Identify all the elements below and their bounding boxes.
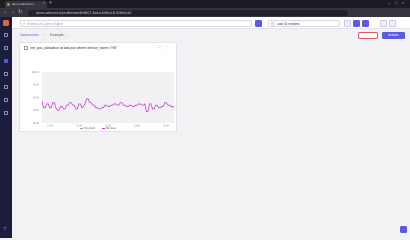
- time-range-picker[interactable]: ◷ Last 30 minutes: [268, 19, 340, 27]
- y-tick-label: 90.00: [33, 84, 40, 87]
- browser-tab[interactable]: demo.selector.io ×: [5, 1, 47, 8]
- url-text: demo.selector.io/profile/seed/h6807-3da-…: [36, 10, 132, 15]
- tab-title: demo.selector.io: [12, 2, 34, 6]
- favicon-icon: [7, 3, 10, 6]
- legend-item-he-value: HE Value: [102, 127, 116, 130]
- forward-icon[interactable]: →: [10, 9, 15, 15]
- sidebar-settings-icon[interactable]: [4, 98, 8, 102]
- chart-panel[interactable]: net_cpu_utilization at last plot where d…: [19, 42, 177, 132]
- y-tick-label: 70.00: [33, 109, 40, 112]
- dashboard-toolbar: Dashboards › Example ⌄ Actions: [12, 29, 410, 42]
- legend-swatch-he-value: [102, 127, 105, 129]
- chat-assistant-button[interactable]: [400, 226, 407, 233]
- tab-close-icon[interactable]: ×: [43, 1, 45, 5]
- browser-address-bar: ← → ↻ demo.selector.io/profile/seed/h680…: [0, 8, 410, 17]
- refresh-button[interactable]: [344, 19, 351, 27]
- new-tab-icon[interactable]: +: [49, 0, 52, 6]
- sidebar-analytics-icon[interactable]: [4, 72, 8, 76]
- notifications-button[interactable]: [380, 19, 387, 27]
- legend-swatch-threshold: [80, 127, 83, 129]
- breadcrumb-current[interactable]: Example: [50, 33, 64, 37]
- breadcrumb-separator: ›: [44, 33, 46, 37]
- clock-icon: ◷: [271, 21, 275, 26]
- breadcrumb-dashboards[interactable]: Dashboards: [20, 33, 39, 37]
- url-field[interactable]: demo.selector.io/profile/seed/h6807-3da-…: [28, 9, 348, 16]
- edit-controls[interactable]: [358, 32, 378, 39]
- search-icon: ⌕: [23, 21, 26, 26]
- sidebar-alerts-icon[interactable]: [4, 85, 8, 89]
- sidebar-docs-icon[interactable]: [4, 111, 8, 115]
- zoom-out-button[interactable]: [353, 19, 360, 27]
- sidebar-dashboards-icon[interactable]: [4, 59, 8, 63]
- maximize-icon[interactable]: □: [395, 0, 397, 5]
- line-chart: 100.0090.0080.0070.0060.00 13:25 13:30 13:…: [32, 71, 175, 128]
- app-topbar: ⌕ Selector AI Query Engine ◷ Last 30 min…: [12, 17, 410, 29]
- x-tick-label: 13:40: [134, 125, 141, 128]
- browser-titlebar: demo.selector.io × + – □ ×: [0, 0, 410, 8]
- sidebar-home-icon[interactable]: [4, 46, 8, 50]
- help-icon[interactable]: ?: [4, 227, 7, 233]
- legend-label-he-value: HE Value: [105, 127, 117, 130]
- y-tick-label: 80.00: [33, 96, 40, 99]
- time-range-label: Last 30 minutes: [277, 22, 300, 26]
- x-tick-label: 13:45: [163, 125, 170, 128]
- sidebar-search-icon[interactable]: [4, 33, 8, 37]
- app-sidebar: ?: [0, 17, 12, 238]
- y-tick-label: 60.00: [33, 122, 40, 125]
- legend-item-threshold: Threshold: [80, 127, 95, 130]
- window-close-icon[interactable]: ×: [402, 0, 404, 5]
- reload-icon[interactable]: ↻: [18, 9, 22, 15]
- x-tick-label: 13:25: [47, 125, 54, 128]
- minimize-icon[interactable]: –: [388, 0, 390, 5]
- app-logo-icon[interactable]: [3, 20, 9, 26]
- back-icon[interactable]: ←: [3, 9, 8, 15]
- plot-area: [42, 72, 174, 123]
- legend-label-threshold: Threshold: [83, 127, 95, 130]
- zoom-in-button[interactable]: [362, 19, 369, 27]
- user-menu-button[interactable]: [389, 19, 396, 27]
- chevron-down-icon[interactable]: ⌄: [65, 33, 68, 37]
- y-tick-label: 100.00: [32, 71, 40, 74]
- actions-button[interactable]: Actions: [382, 32, 405, 39]
- search-placeholder: Selector AI Query Engine: [27, 22, 63, 26]
- search-input[interactable]: ⌕ Selector AI Query Engine: [20, 19, 252, 27]
- run-query-button[interactable]: [255, 19, 262, 27]
